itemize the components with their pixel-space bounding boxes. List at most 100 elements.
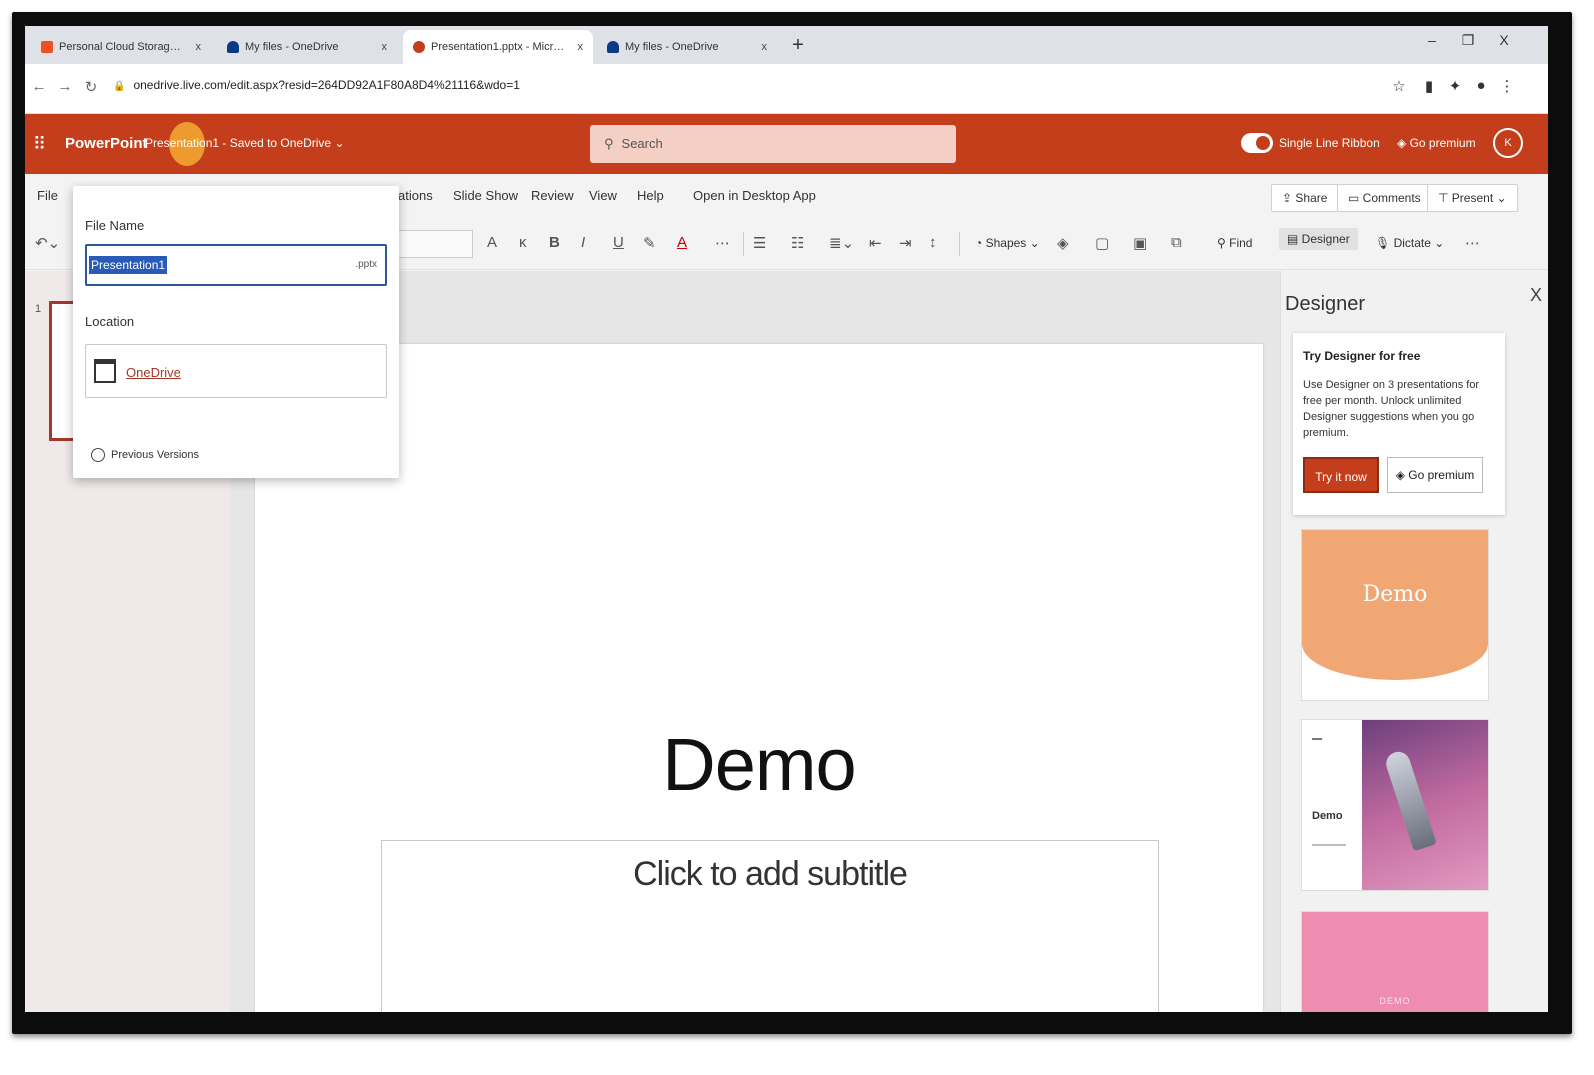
subtitle-placeholder: Click to add subtitle [633,855,908,893]
design-suggestion-card[interactable]: Demo [1301,719,1489,891]
extension-icon[interactable]: ▮ [1417,77,1441,95]
numbering-icon[interactable]: ☷ [791,234,804,252]
location-field[interactable]: OneDrive [85,344,387,398]
decrease-indent-icon[interactable]: ⇤ [869,234,882,252]
onedrive-icon [227,41,239,53]
restore-button[interactable]: ❐ [1453,32,1483,49]
tab-close-icon[interactable]: x [196,41,202,53]
browser-tab-active[interactable]: Presentation1.pptx - Microsoft P x [403,30,593,64]
browser-window: Personal Cloud Storage - Micro x My file… [25,26,1548,1012]
dictate-button[interactable]: 🎙 Dictate ⌄ [1375,236,1444,250]
previous-versions-link[interactable]: Previous Versions [91,448,199,462]
previous-versions-label: Previous Versions [111,448,200,461]
tab-close-icon[interactable]: x [382,41,388,53]
find-button[interactable]: ⚲ Find [1217,236,1252,250]
reload-icon[interactable]: ↻ [81,78,101,96]
forward-arrow-icon[interactable]: → [55,78,75,95]
search-input[interactable]: ⚲ Search [590,125,956,163]
app-launcher-icon[interactable]: ⠿ [33,134,46,155]
address-bar-row: ← → ↻ 🔒 onedrive.live.com/edit.aspx?resid… [25,64,1548,114]
present-button[interactable]: ⊤ Present ⌄ [1427,184,1518,212]
shapes-button[interactable]: ◔ Shapes ⌄ [975,236,1040,250]
tab-review[interactable]: Review [531,188,574,203]
minimize-button[interactable]: – [1417,32,1447,48]
slide-title[interactable]: Demo [255,722,1263,807]
profile-icon[interactable]: ● [1469,77,1493,94]
powerpoint-icon [413,41,425,53]
more-font-options-icon[interactable]: ⋯ [715,234,730,252]
browser-tab[interactable]: Personal Cloud Storage - Micro x [31,30,211,64]
present-icon: ⊤ [1438,191,1452,205]
comments-button[interactable]: ▭ Comments [1337,184,1432,212]
highlight-icon[interactable]: ✎ [643,234,656,252]
subtitle-placeholder-box[interactable]: Click to add subtitle [381,840,1159,1012]
file-name-dropdown: File Name Presentation1 .pptx Location O… [73,186,399,478]
tab-file[interactable]: File [37,188,58,203]
arrange-icon[interactable]: ⧉ [1171,234,1182,251]
designer-button[interactable]: ▤ Designer [1279,228,1358,250]
diamond-icon: ◈ [1397,136,1410,150]
decorative-line [1312,738,1322,740]
location-link[interactable]: OneDrive [126,365,181,380]
designer-label: Designer [1301,232,1350,246]
designer-pane: Designer X Try Designer for free Use Des… [1280,271,1548,1012]
tab-help[interactable]: Help [637,188,664,203]
file-name-field[interactable]: Presentation1 .pptx [85,244,387,286]
back-arrow-icon[interactable]: ← [29,78,49,95]
italic-icon[interactable]: I [581,234,585,251]
slide[interactable]: Demo Click to add subtitle [255,344,1263,1012]
fill-icon[interactable]: ◈ [1057,234,1069,252]
new-tab-button[interactable]: + [785,32,811,58]
bookmark-star-icon[interactable]: ☆ [1387,77,1411,95]
align-icon[interactable]: ≣⌄ [829,234,854,252]
divider [959,232,960,256]
try-it-now-button[interactable]: Try it now [1303,457,1379,493]
go-premium-link[interactable]: ◈ Go premium [1397,136,1476,150]
file-name-value: Presentation1 [89,256,168,274]
avatar[interactable]: K [1493,128,1523,158]
open-in-desktop-app[interactable]: Open in Desktop App [693,188,816,203]
tab-view[interactable]: View [589,188,617,203]
line-spacing-icon[interactable]: ↕ [929,234,937,251]
tab-title: My files - OneDrive [245,41,339,53]
increase-font-icon[interactable]: A [487,234,497,251]
undo-icon[interactable]: ↶⌄ [35,234,60,252]
bold-icon[interactable]: B [549,234,560,251]
shape-effects-icon[interactable]: ▣ [1133,234,1147,252]
font-color-icon[interactable]: A [677,234,687,251]
design-suggestion-card[interactable]: DEMO [1301,911,1489,1012]
present-label: Present [1451,191,1494,205]
document-title-button[interactable]: Presentation1 - Saved to OneDrive ⌄ [145,122,345,166]
app-name[interactable]: PowerPoint [65,135,148,152]
close-icon[interactable]: X [1530,285,1542,306]
microphone-icon: 🎙 [1375,236,1394,250]
bullets-icon[interactable]: ☰ [753,234,766,252]
go-premium-button[interactable]: ◈ Go premium [1387,457,1483,493]
tab-animations[interactable]: ations [398,188,433,203]
search-icon: ⚲ [1217,236,1230,250]
window-close-button[interactable]: X [1489,32,1519,48]
tab-close-icon[interactable]: x [578,41,584,53]
design-suggestion-card[interactable]: Demo [1301,529,1489,701]
url-field[interactable]: 🔒 onedrive.live.com/edit.aspx?resid=264DD… [113,78,520,92]
onedrive-icon [607,41,619,53]
increase-indent-icon[interactable]: ⇥ [899,234,912,252]
search-placeholder: Search [621,136,663,151]
chevron-down-icon: ⌄ [334,136,345,150]
browser-tab[interactable]: My files - OneDrive x [217,30,397,64]
designer-title: Designer [1285,293,1366,315]
browser-tab[interactable]: My files - OneDrive x [597,30,777,64]
go-premium-label: Go premium [1409,136,1476,150]
tab-slide-show[interactable]: Slide Show [453,188,518,203]
chrome-menu-icon[interactable]: ⋮ [1495,77,1519,95]
decrease-font-icon[interactable]: ĸ [519,234,527,251]
share-button[interactable]: ⇪ Share [1271,184,1339,212]
more-options-icon[interactable]: ⋯ [1465,234,1480,252]
single-line-ribbon-toggle[interactable] [1241,133,1273,153]
extensions-puzzle-icon[interactable]: ✦ [1443,77,1467,95]
outline-icon[interactable]: ▢ [1095,234,1109,252]
underline-icon[interactable]: U [613,234,624,251]
tab-close-icon[interactable]: x [762,41,768,53]
tab-title: Presentation1.pptx - Microsoft P [431,41,566,53]
font-size-select[interactable] [397,230,473,258]
